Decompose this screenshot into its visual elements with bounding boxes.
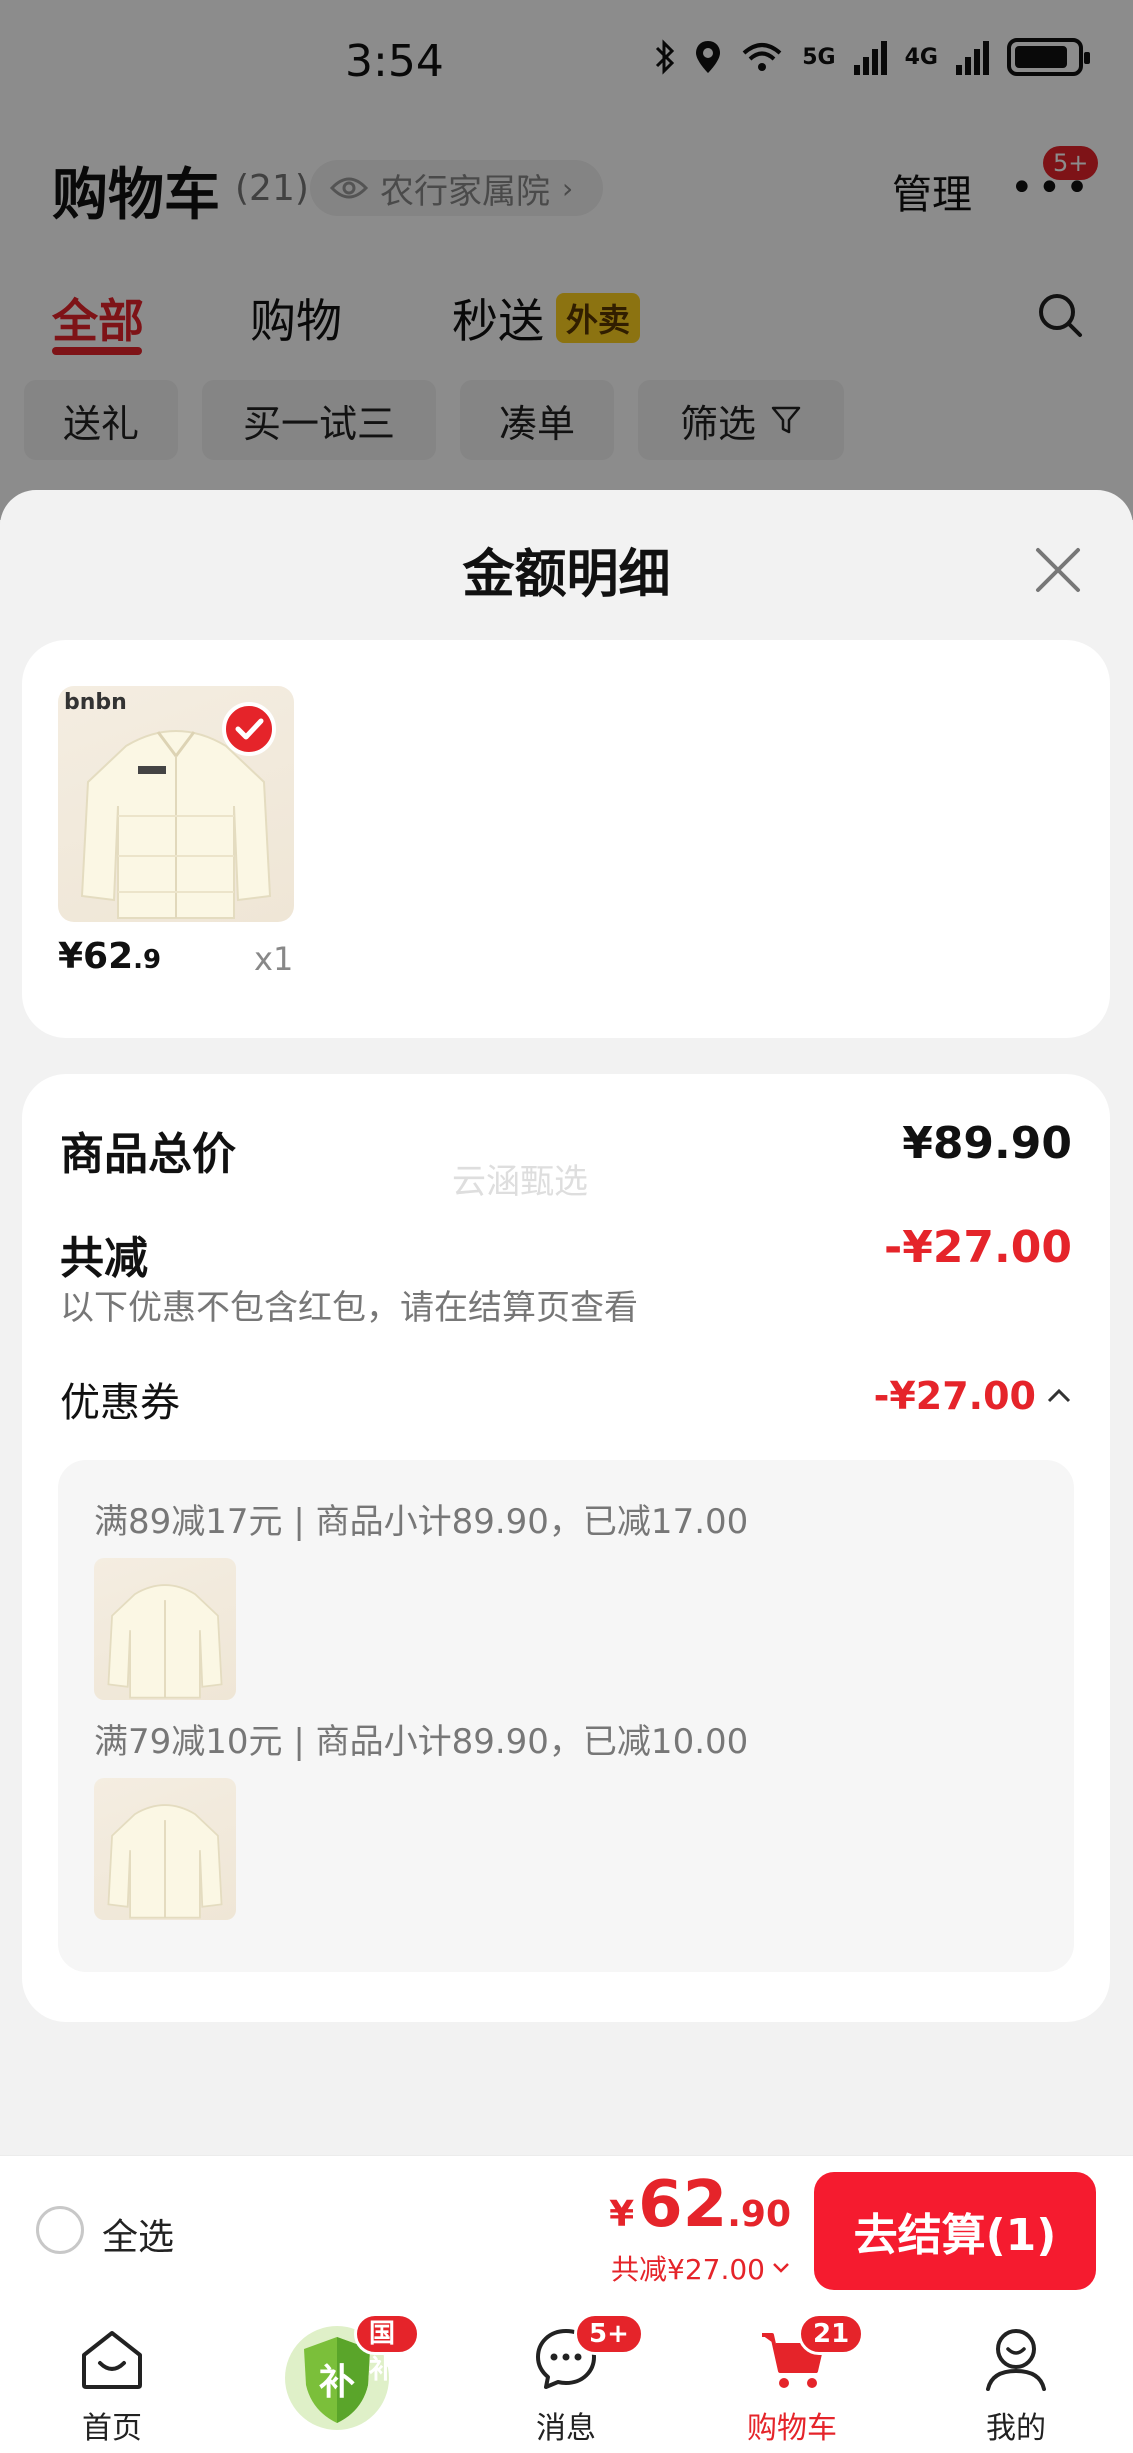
chevron-up-icon bbox=[1047, 1388, 1071, 1403]
selected-product-card: bnbn ¥62.9 x1 bbox=[22, 640, 1110, 1038]
discount-label: 共减 bbox=[60, 1233, 148, 1284]
coupon-item-text: 满79减10元 | 商品小计89.90，已减10.00 bbox=[94, 1722, 749, 1762]
close-icon[interactable] bbox=[1030, 542, 1086, 598]
product-quantity: x1 bbox=[254, 940, 294, 978]
selected-check-icon[interactable] bbox=[222, 702, 276, 756]
nav-home-label: 首页 bbox=[82, 2411, 142, 2446]
jacket-thumbnail-image bbox=[107, 1584, 223, 1699]
jacket-thumbnail-image bbox=[107, 1804, 223, 1919]
discount-value: -¥27.00 bbox=[883, 1222, 1072, 1273]
watermark-text: 云涵甄选 bbox=[452, 1162, 588, 1202]
coupon-value: -¥27.00 bbox=[873, 1374, 1036, 1418]
nav-profile[interactable]: 我的 bbox=[936, 2305, 1096, 2453]
sheet-title: 金额明细 bbox=[462, 545, 671, 605]
nav-subsidy[interactable]: 补 国补 bbox=[260, 2305, 420, 2453]
nav-messages[interactable]: 5+ 消息 bbox=[486, 2305, 646, 2453]
goods-total-label: 商品总价 bbox=[60, 1129, 236, 1180]
coupon-toggle[interactable]: -¥27.00 bbox=[874, 1374, 1072, 1418]
coupon-detail-list: 满89减17元 | 商品小计89.90，已减17.00 满79减10元 | 商品… bbox=[58, 1460, 1074, 1972]
nav-home[interactable]: 首页 bbox=[32, 2305, 192, 2453]
total-currency: ¥ bbox=[609, 2194, 635, 2235]
price-detail-card: 云涵甄选 商品总价 ¥89.90 共减 -¥27.00 以下优惠不包含红包，请在… bbox=[22, 1074, 1110, 2022]
cart-badge: 21 bbox=[798, 2313, 865, 2355]
total-price-dec: .90 bbox=[727, 2194, 791, 2235]
nav-cart-label: 购物车 bbox=[747, 2411, 837, 2446]
coupon-item-thumbnail bbox=[94, 1558, 236, 1700]
checkout-bar: 全选 ¥ 62 .90 共减¥27.00 去结算(1) bbox=[0, 2155, 1133, 2305]
amount-detail-sheet: 金额明细 bnbn ¥62.9 x1 云涵甄选 商品总价 ¥89.90 共减 -… bbox=[0, 490, 1133, 2155]
national-subsidy-badge: 国补 bbox=[354, 2313, 420, 2385]
nav-messages-label: 消息 bbox=[536, 2411, 596, 2446]
total-price: ¥ 62 .90 bbox=[609, 2168, 791, 2242]
chevron-down-icon bbox=[773, 2263, 789, 2273]
goods-total-value: ¥89.90 bbox=[902, 1118, 1072, 1169]
profile-icon bbox=[986, 2329, 1046, 2391]
total-price-int: 62 bbox=[638, 2168, 728, 2242]
home-icon bbox=[82, 2331, 142, 2389]
saved-amount: 共减¥27.00 bbox=[611, 2253, 765, 2286]
product-price: ¥62.9 bbox=[58, 936, 161, 977]
messages-badge: 5+ bbox=[574, 2313, 644, 2355]
coupon-label: 优惠券 bbox=[60, 1380, 180, 1426]
product-price-int: ¥62 bbox=[58, 936, 134, 977]
modal-overlay[interactable] bbox=[0, 0, 1133, 520]
bottom-nav: 首页 补 国补 5+ 消息 21 购物车 我的 bbox=[0, 2305, 1133, 2453]
discount-summary-toggle[interactable]: 共减¥27.00 bbox=[611, 2248, 791, 2288]
product-price-dec: .9 bbox=[133, 945, 162, 975]
discount-note: 以下优惠不包含红包，请在结算页查看 bbox=[60, 1288, 638, 1328]
coupon-item-text: 满89减17元 | 商品小计89.90，已减17.00 bbox=[94, 1502, 749, 1542]
subsidy-glyph: 补 bbox=[318, 2362, 355, 2403]
coupon-item-thumbnail bbox=[94, 1778, 236, 1920]
select-all-label[interactable]: 全选 bbox=[102, 2208, 174, 2260]
checkout-button[interactable]: 去结算(1) bbox=[814, 2172, 1096, 2290]
nav-cart[interactable]: 21 购物车 bbox=[712, 2305, 872, 2453]
nav-profile-label: 我的 bbox=[986, 2411, 1046, 2446]
select-all-checkbox[interactable] bbox=[36, 2206, 84, 2254]
